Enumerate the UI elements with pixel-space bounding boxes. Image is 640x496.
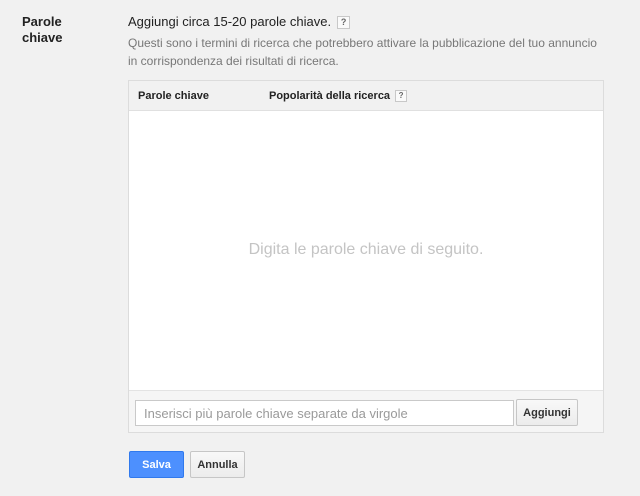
intro-headline: Aggiungi circa 15-20 parole chiave. xyxy=(128,14,332,29)
popularity-help-icon[interactable]: ? xyxy=(395,90,408,102)
section-label-line2: chiave xyxy=(22,30,63,45)
help-icon[interactable]: ? xyxy=(337,15,351,29)
keywords-table: Parole chiave Popolarità della ricerca ?… xyxy=(128,80,604,433)
cancel-button[interactable]: Annulla xyxy=(190,451,245,478)
intro-description: Questi sono i termini di ricerca che pot… xyxy=(128,36,597,68)
section-label-line1: Parole xyxy=(22,14,62,29)
intro: Aggiungi circa 15-20 parole chiave. ? Qu… xyxy=(128,14,604,70)
keywords-input[interactable] xyxy=(135,400,514,426)
column-header-popularity-wrap: Popolarità della ricerca ? xyxy=(269,90,408,102)
add-button[interactable]: Aggiungi xyxy=(516,399,578,426)
column-header-popularity: Popolarità della ricerca xyxy=(269,90,391,102)
table-header: Parole chiave Popolarità della ricerca ? xyxy=(129,81,603,111)
table-body: Digita le parole chiave di seguito. xyxy=(129,111,603,391)
intro-headline-row: Aggiungi circa 15-20 parole chiave. ? xyxy=(128,14,604,30)
column-header-keywords: Parole chiave xyxy=(138,90,209,102)
add-keywords-bar: Aggiungi xyxy=(129,390,603,432)
save-button[interactable]: Salva xyxy=(129,451,184,478)
empty-state-message: Digita le parole chiave di seguito. xyxy=(248,241,484,258)
keywords-page: Parole chiave Aggiungi circa 15-20 parol… xyxy=(0,0,640,496)
section-label: Parole chiave xyxy=(22,14,102,46)
